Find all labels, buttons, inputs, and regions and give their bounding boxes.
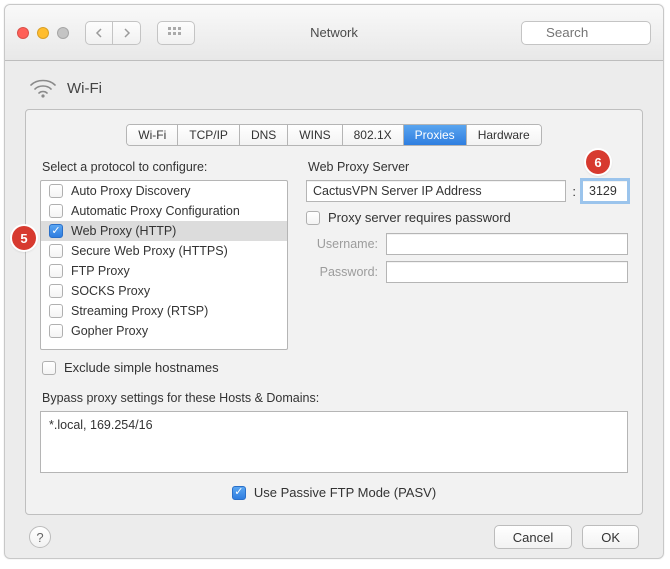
requires-password-row: Proxy server requires password: [306, 210, 628, 225]
checkbox[interactable]: [49, 304, 63, 318]
tab-proxies[interactable]: Proxies: [404, 125, 467, 145]
checkbox[interactable]: [49, 284, 63, 298]
protocol-label: SOCKS Proxy: [71, 284, 150, 298]
tab-wifi[interactable]: Wi-Fi: [127, 125, 178, 145]
tab-8021x[interactable]: 802.1X: [343, 125, 404, 145]
protocol-row[interactable]: Streaming Proxy (RTSP): [41, 301, 287, 321]
pasv-checkbox[interactable]: [232, 486, 246, 500]
protocol-row[interactable]: Automatic Proxy Configuration: [41, 201, 287, 221]
protocol-label: Web Proxy (HTTP): [71, 224, 176, 238]
tab-dns[interactable]: DNS: [240, 125, 288, 145]
colon: :: [570, 184, 578, 199]
forward-button[interactable]: [113, 21, 141, 45]
protocol-row[interactable]: SOCKS Proxy: [41, 281, 287, 301]
titlebar: Network: [5, 5, 663, 61]
callout-6: 6: [586, 150, 610, 174]
server-row: :: [306, 180, 628, 202]
tab-hardware[interactable]: Hardware: [467, 125, 541, 145]
proxy-port-input[interactable]: [582, 180, 628, 202]
bypass-label: Bypass proxy settings for these Hosts & …: [42, 391, 628, 405]
columns: Select a protocol to configure: Auto Pro…: [40, 158, 628, 385]
pasv-label: Use Passive FTP Mode (PASV): [254, 485, 436, 500]
search-input[interactable]: [521, 21, 651, 45]
protocol-row[interactable]: Auto Proxy Discovery: [41, 181, 287, 201]
pasv-row: Use Passive FTP Mode (PASV): [40, 485, 628, 500]
tab-tcpip[interactable]: TCP/IP: [178, 125, 240, 145]
checkbox[interactable]: [49, 184, 63, 198]
nav-buttons: [85, 21, 141, 45]
right-column: Web Proxy Server : Proxy server requires…: [306, 158, 628, 289]
cancel-button[interactable]: Cancel: [494, 525, 572, 549]
left-column: Select a protocol to configure: Auto Pro…: [40, 158, 288, 385]
exclude-hostnames-row: Exclude simple hostnames: [42, 360, 288, 375]
tab-wins[interactable]: WINS: [288, 125, 342, 145]
network-window: Network Wi-Fi Wi-Fi TCP/IP: [4, 4, 664, 559]
checkbox[interactable]: [49, 244, 63, 258]
exclude-checkbox[interactable]: [42, 361, 56, 375]
protocol-row[interactable]: Web Proxy (HTTP): [41, 221, 287, 241]
search-wrap: [521, 21, 651, 45]
server-label: Web Proxy Server: [308, 160, 628, 174]
requires-password-label: Proxy server requires password: [328, 210, 511, 225]
exclude-label: Exclude simple hostnames: [64, 360, 219, 375]
protocol-list[interactable]: Auto Proxy Discovery Automatic Proxy Con…: [40, 180, 288, 350]
bypass-textarea[interactable]: *.local, 169.254/16: [40, 411, 628, 473]
ok-button[interactable]: OK: [582, 525, 639, 549]
interface-name: Wi-Fi: [67, 80, 102, 97]
show-all-button[interactable]: [157, 21, 195, 45]
zoom-window-button[interactable]: [57, 27, 69, 39]
help-button[interactable]: ?: [29, 526, 51, 548]
minimize-window-button[interactable]: [37, 27, 49, 39]
window-controls: [17, 27, 69, 39]
tab-strip: Wi-Fi TCP/IP DNS WINS 802.1X Proxies Har…: [40, 124, 628, 146]
password-row: Password:: [306, 261, 628, 283]
username-row: Username:: [306, 233, 628, 255]
protocol-label: Streaming Proxy (RTSP): [71, 304, 208, 318]
requires-password-checkbox[interactable]: [306, 211, 320, 225]
wifi-icon: [29, 77, 57, 99]
username-label: Username:: [306, 237, 378, 251]
checkbox[interactable]: [49, 224, 63, 238]
protocol-row[interactable]: Gopher Proxy: [41, 321, 287, 341]
checkbox[interactable]: [49, 324, 63, 338]
sheet-header: Wi-Fi: [25, 73, 643, 109]
protocol-label: Gopher Proxy: [71, 324, 148, 338]
protocol-label: Secure Web Proxy (HTTPS): [71, 244, 228, 258]
close-window-button[interactable]: [17, 27, 29, 39]
checkbox[interactable]: [49, 204, 63, 218]
proxy-server-input[interactable]: [306, 180, 566, 202]
protocol-label: Automatic Proxy Configuration: [71, 204, 240, 218]
protocol-row[interactable]: Secure Web Proxy (HTTPS): [41, 241, 287, 261]
content: Wi-Fi Wi-Fi TCP/IP DNS WINS 802.1X Proxi…: [5, 61, 663, 563]
username-input: [386, 233, 628, 255]
protocol-label: FTP Proxy: [71, 264, 130, 278]
sheet: Wi-Fi TCP/IP DNS WINS 802.1X Proxies Har…: [25, 109, 643, 515]
protocol-row[interactable]: FTP Proxy: [41, 261, 287, 281]
back-button[interactable]: [85, 21, 113, 45]
password-label: Password:: [306, 265, 378, 279]
callout-5: 5: [12, 226, 36, 250]
password-input: [386, 261, 628, 283]
footer: ? Cancel OK: [25, 515, 643, 549]
tab-seg: Wi-Fi TCP/IP DNS WINS 802.1X Proxies Har…: [126, 124, 541, 146]
protocols-label: Select a protocol to configure:: [42, 160, 288, 174]
protocol-label: Auto Proxy Discovery: [71, 184, 190, 198]
checkbox[interactable]: [49, 264, 63, 278]
